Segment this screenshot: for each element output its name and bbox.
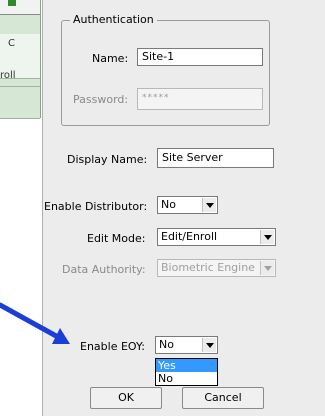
- arrow-shaft: [0, 302, 61, 340]
- annotation-arrow-icon: [0, 302, 70, 344]
